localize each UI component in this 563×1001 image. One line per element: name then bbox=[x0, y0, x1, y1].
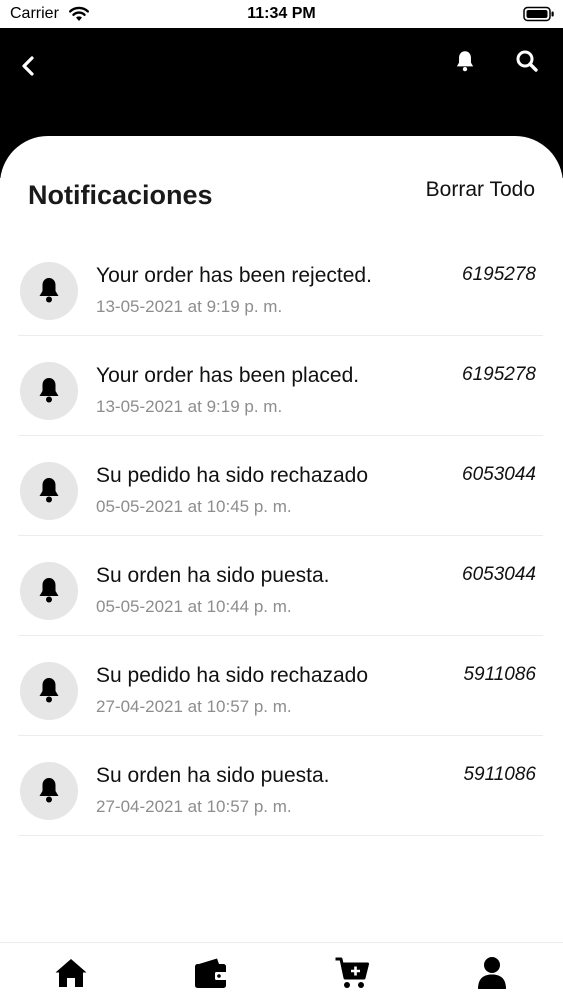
page-title: Notificaciones bbox=[28, 180, 213, 210]
cart-add-icon bbox=[335, 957, 369, 988]
bell-icon bbox=[39, 378, 59, 403]
nav-cart-button[interactable] bbox=[334, 955, 370, 991]
notification-date: 27-04-2021 at 10:57 p. m. bbox=[96, 697, 292, 716]
notification-date: 05-05-2021 at 10:44 p. m. bbox=[96, 597, 292, 616]
notification-date: 13-05-2021 at 9:19 p. m. bbox=[96, 297, 283, 316]
notification-title: Su pedido ha sido rechazado bbox=[96, 664, 369, 687]
notification-list: Your order has been rejected. 13-05-2021… bbox=[0, 236, 563, 836]
notification-item[interactable]: Su orden ha sido puesta. 05-05-2021 at 1… bbox=[18, 536, 543, 636]
notification-item[interactable]: Your order has been placed. 13-05-2021 a… bbox=[18, 336, 543, 436]
notification-avatar bbox=[20, 662, 78, 720]
bell-icon bbox=[39, 678, 59, 703]
order-number: 5911086 bbox=[463, 764, 536, 785]
order-number: 6053044 bbox=[462, 564, 536, 585]
wallet-icon bbox=[195, 958, 227, 988]
order-number: 6053044 bbox=[462, 464, 536, 485]
bell-icon[interactable] bbox=[452, 48, 478, 74]
status-time: 11:34 PM bbox=[247, 5, 316, 22]
order-number: 6195278 bbox=[462, 264, 536, 285]
notification-title: Your order has been rejected. bbox=[96, 264, 372, 287]
notification-date: 27-04-2021 at 10:57 p. m. bbox=[96, 797, 292, 816]
notification-title: Su orden ha sido puesta. bbox=[96, 764, 330, 787]
search-icon[interactable] bbox=[513, 47, 541, 75]
notification-title: Your order has been placed. bbox=[96, 364, 360, 387]
bell-icon bbox=[39, 578, 59, 603]
user-icon bbox=[478, 957, 506, 989]
clear-all-button[interactable]: Borrar Todo bbox=[426, 178, 535, 202]
bell-icon bbox=[39, 478, 59, 503]
home-icon bbox=[55, 959, 87, 987]
notification-title: Su pedido ha sido rechazado bbox=[96, 464, 369, 487]
nav-profile-button[interactable] bbox=[474, 955, 510, 991]
notification-item[interactable]: Your order has been rejected. 13-05-2021… bbox=[18, 236, 543, 336]
battery-icon bbox=[523, 6, 554, 22]
order-number: 6195278 bbox=[462, 364, 536, 385]
notification-date: 13-05-2021 at 9:19 p. m. bbox=[96, 397, 283, 416]
bell-icon bbox=[39, 778, 59, 803]
notification-avatar bbox=[20, 362, 78, 420]
notification-item[interactable]: Su orden ha sido puesta. 27-04-2021 at 1… bbox=[18, 736, 543, 836]
nav-wallet-button[interactable] bbox=[193, 955, 229, 991]
status-bar: Carrier 11:34 PM bbox=[0, 0, 563, 28]
back-button[interactable] bbox=[14, 50, 46, 82]
notification-title: Su orden ha sido puesta. bbox=[96, 564, 330, 587]
bottom-nav bbox=[0, 942, 563, 1001]
notification-avatar bbox=[20, 262, 78, 320]
notification-avatar bbox=[20, 562, 78, 620]
notification-avatar bbox=[20, 762, 78, 820]
notification-date: 05-05-2021 at 10:45 p. m. bbox=[96, 497, 292, 516]
notification-item[interactable]: Su pedido ha sido rechazado 05-05-2021 a… bbox=[18, 436, 543, 536]
notifications-panel: Notificaciones Borrar Todo Your order ha… bbox=[0, 136, 563, 1000]
nav-home-button[interactable] bbox=[53, 955, 89, 991]
bell-icon bbox=[39, 278, 59, 303]
notification-avatar bbox=[20, 462, 78, 520]
order-number: 5911086 bbox=[463, 664, 536, 685]
notification-item[interactable]: Su pedido ha sido rechazado 27-04-2021 a… bbox=[18, 636, 543, 736]
